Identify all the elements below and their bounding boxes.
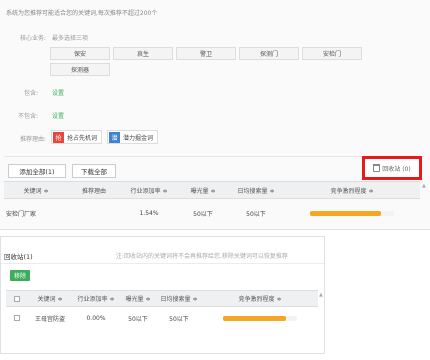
core-keyword-button[interactable]: 安检门 [302,47,362,60]
col-header-keyword[interactable]: 关键词 ≑ [28,291,72,306]
col-header-competition[interactable]: 竞争激烈程度 ≑ [202,291,318,306]
core-business-hint: 最多选择三项 [52,35,89,42]
download-all-button[interactable]: 下载全部 [72,164,116,178]
include-label: 包含: [23,90,38,97]
core-keyword-button[interactable]: 警卫 [176,47,236,60]
intro-text: 系统为您推荐可能适合您的关键词,每次推荐不超过200个 [6,10,158,17]
cell-competition [202,311,318,325]
competition-bar [223,315,286,321]
col-header-daily-search[interactable]: 日均搜索量 ≑ [228,182,284,198]
keyword-recommendation-panel: 系统为您推荐可能适合您的关键词,每次推荐不超过200个 核心业务: 最多选择三项… [0,0,430,230]
recycle-bin-panel: 回收站(1) 注:回收站内的关键词将不会再推荐给您,移除关键词可以恢复推荐 移除… [0,236,325,354]
cell-reason [68,206,120,220]
recycle-table-header: 关键词 ≑ 行业添加率 ≑ 曝光量 ≑ 日均搜索量 ≑ 竞争激烈程度 ≑ [6,290,318,307]
col-header-add-rate[interactable]: 行业添加率 ≑ [120,182,178,198]
cell-keyword: 王母宫防盗 [34,315,65,323]
row-checkbox[interactable] [14,315,20,321]
potential-icon: 潜 [109,131,121,143]
select-all-cell [6,291,28,306]
include-set-link[interactable]: 设置 [52,88,64,97]
cell-add-rate: 1.54% [139,209,159,217]
cell-exposure: 50以下 [128,315,148,323]
table-row: 王母宫防盗 0.00% 50以下 50以下 [6,311,318,325]
col-header-exposure[interactable]: 曝光量 ≑ [120,291,156,306]
col-header-competition[interactable]: 竞争激烈程度 ≑ [284,182,420,198]
competition-track [223,315,297,321]
core-keyword-button[interactable]: 保安 [50,47,110,60]
reason-filter-first-mover[interactable]: 抢 抢占先机词 [51,130,103,144]
competition-track [310,210,394,216]
col-header-add-rate[interactable]: 行业添加率 ≑ [72,291,120,306]
cell-exposure: 50以下 [193,210,213,218]
scroll-up-icon[interactable]: ▲ [422,183,426,189]
divider [4,156,424,157]
core-keyword-button[interactable]: 探测器 [50,63,110,76]
col-header-keyword[interactable]: 关键词 ≑ [4,182,68,198]
row-select-cell [6,311,28,325]
recycle-bin-label: 回收站 (0) [382,165,411,173]
cell-keyword: 安检门厂家 [6,210,37,218]
col-header-daily-search[interactable]: 日均搜索量 ≑ [156,291,202,306]
cell-daily-search: 50以下 [169,315,189,323]
col-header-reason: 推荐理由 [81,187,106,195]
col-header-exposure[interactable]: 曝光量 ≑ [178,182,228,198]
cell-competition [284,206,420,220]
reason-filter-potential[interactable]: 潜 潜力掘金词 [107,130,159,144]
core-business-label: 核心业务: [19,35,46,42]
exclude-label: 不包含: [17,113,38,120]
reason-filter-label: 抢占先机词 [67,134,98,142]
trash-icon [373,164,381,172]
recycle-panel-note: 注:回收站内的关键词将不会再推荐给您,移除关键词可以恢复推荐 [116,253,288,260]
remove-button[interactable]: 移除 [10,270,30,281]
competition-bar [310,210,382,216]
first-mover-icon: 抢 [53,131,64,143]
keyword-table-header: 关键词 ≑ 推荐理由 行业添加率 ≑ 曝光量 ≑ 日均搜索量 ≑ 竞争激烈程度 … [4,181,420,199]
recycle-panel-title: 回收站(1) [4,253,33,261]
reason-filter-label: 潜力掘金词 [123,134,154,142]
reason-filters: 抢 抢占先机词 潜 潜力掘金词 [51,130,159,144]
divider [1,263,324,264]
scroll-up-icon[interactable]: ▲ [319,292,323,298]
cell-add-rate: 0.00% [86,314,106,322]
select-all-checkbox[interactable] [14,295,20,302]
table-row: 安检门厂家 1.54% 50以下 50以下 [4,206,420,220]
recycle-bin-button[interactable]: 回收站 (0) [362,156,422,180]
exclude-set-link[interactable]: 设置 [52,111,64,120]
core-keyword-grid: 保安 哀生 警卫 探测门 安检门 探测器 [50,47,380,76]
core-keyword-button[interactable]: 探测门 [239,47,299,60]
core-keyword-button[interactable]: 哀生 [113,47,173,60]
reason-label: 推荐理由: [19,136,46,143]
add-all-button[interactable]: 添加全部(1) [8,164,66,178]
cell-daily-search: 50以下 [246,210,266,218]
